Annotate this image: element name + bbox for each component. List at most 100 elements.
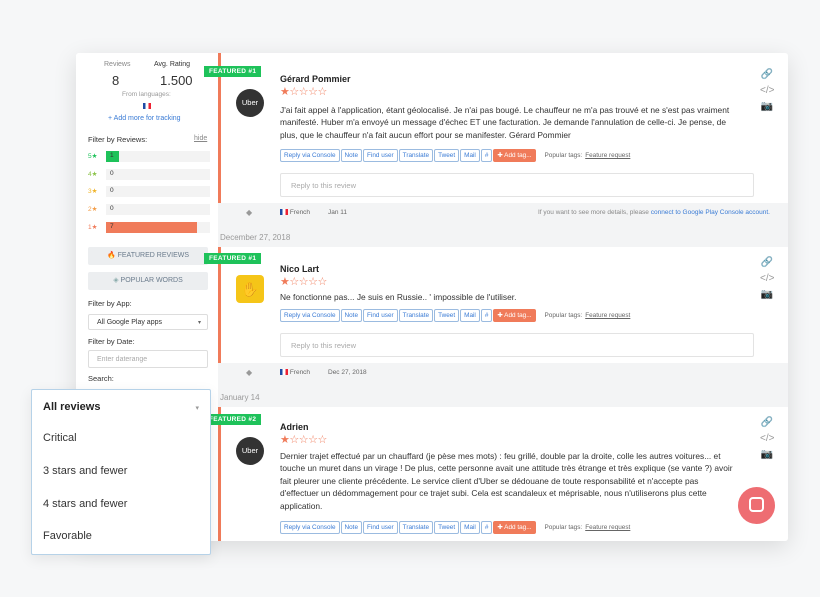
star-rating: ★☆☆☆☆ (280, 276, 327, 288)
reply-input[interactable]: Reply to this review (280, 333, 754, 357)
note-button[interactable]: Note (340, 309, 363, 322)
rating-label: 1★ (88, 224, 98, 231)
note-button[interactable]: Note (340, 149, 363, 162)
dropdown-selected[interactable]: All reviews (43, 401, 100, 413)
chevron-down-icon: ▾ (195, 405, 199, 412)
mail-button[interactable]: Mail (460, 309, 480, 322)
review-side-icons: 🔗 </> 📷 (760, 67, 774, 115)
drag-handle-icon[interactable]: ◆ (246, 364, 252, 382)
app-select[interactable]: All Google Play apps ▾ (88, 314, 208, 330)
translate-button[interactable]: Translate (398, 309, 434, 322)
reply-via-console-button[interactable]: Reply via Console (280, 309, 340, 322)
section-date: January 14 (220, 393, 260, 402)
code-icon[interactable]: </> (760, 83, 774, 99)
dropdown-option-4-stars[interactable]: 4 stars and fewer (43, 498, 127, 510)
review-text: J'ai fait appel à l'application, étant g… (280, 105, 730, 140)
rating-filter-row[interactable]: 4★ 0 (88, 169, 210, 180)
console-note-text: If you want to see more details, please (538, 209, 649, 216)
popular-tags-label: Popular tags: (544, 152, 583, 159)
translate-button[interactable]: Translate (398, 521, 434, 534)
review-language: French (289, 209, 311, 216)
reply-input[interactable]: Reply to this review (280, 173, 754, 197)
featured-reviews-button[interactable]: 🔥 FEATURED REVIEWS (88, 247, 208, 265)
find-user-button[interactable]: Find user (363, 149, 398, 162)
avg-rating-value: 1.500 (160, 73, 193, 88)
code-icon[interactable]: </> (760, 431, 774, 447)
star-rating: ★☆☆☆☆ (280, 86, 327, 98)
popular-tags: Popular tags: Feature request (545, 309, 631, 322)
chat-icon (749, 497, 764, 512)
hashtag-button[interactable]: # (480, 521, 493, 534)
rating-count: 7 (110, 223, 114, 230)
review-text: Ne fonctionne pas... Je suis en Russie..… (280, 292, 517, 302)
from-languages-label: From languages: (122, 91, 171, 98)
translate-button[interactable]: Translate (398, 149, 434, 162)
popular-words-label: POPULAR WORDS (120, 277, 183, 284)
add-tag-button[interactable]: ✚ Add tag... (493, 521, 536, 534)
rating-filter-row[interactable]: 1★ 7 (88, 222, 210, 233)
daterange-input[interactable]: Enter daterange (88, 350, 208, 368)
add-more-tracking-link[interactable]: + Add more for tracking (108, 115, 181, 122)
featured-badge: FEATURED #2 (204, 414, 262, 425)
rating-label: 2★ (88, 206, 98, 213)
reply-via-console-button[interactable]: Reply via Console (280, 149, 340, 162)
drag-handle-icon[interactable]: ◆ (246, 204, 252, 222)
code-icon[interactable]: </> (760, 271, 774, 287)
mail-button[interactable]: Mail (460, 521, 480, 534)
dropdown-option-3-stars[interactable]: 3 stars and fewer (43, 465, 127, 477)
filter-by-date-label: Filter by Date: (88, 337, 135, 346)
camera-icon[interactable]: 📷 (760, 287, 774, 303)
section-date: December 27, 2018 (220, 233, 291, 242)
avg-rating-label: Avg. Rating (154, 61, 191, 68)
add-tag-button[interactable]: ✚ Add tag... (493, 309, 536, 322)
review-card: 🔗 </> 📷 Uber Gérard Pommier ★☆☆☆☆ J'ai f… (218, 53, 788, 203)
find-user-button[interactable]: Find user (363, 309, 398, 322)
review-meta: ◆ French Dec 27, 2018 (218, 364, 788, 382)
add-tag-button[interactable]: ✚ Add tag... (493, 149, 536, 162)
review-filter-dropdown[interactable]: All reviews ▾ Critical 3 stars and fewer… (31, 389, 211, 555)
find-user-button[interactable]: Find user (363, 521, 398, 534)
rating-count: 0 (110, 170, 114, 177)
feature-request-tag[interactable]: Feature request (585, 524, 630, 531)
rating-filter-row[interactable]: 2★ 0 (88, 204, 210, 215)
popular-tags: Popular tags: Feature request (545, 149, 631, 162)
featured-badge: FEATURED #1 (204, 253, 262, 264)
rating-filter-row[interactable]: 5★ 1 (88, 151, 210, 162)
rating-label: 4★ (88, 171, 98, 178)
link-icon[interactable]: 🔗 (760, 415, 774, 431)
camera-icon[interactable]: 📷 (760, 99, 774, 115)
console-note: If you want to see more details, please … (538, 204, 770, 222)
popular-tags-label: Popular tags: (544, 312, 583, 319)
app-icon: ✋ (236, 275, 264, 303)
feature-request-tag[interactable]: Feature request (585, 312, 630, 319)
rating-label: 3★ (88, 188, 98, 195)
link-icon[interactable]: 🔗 (760, 67, 774, 83)
connect-console-link[interactable]: connect to Google Play Console account. (651, 209, 770, 216)
fire-icon: 🔥 (106, 252, 116, 259)
popular-words-button[interactable]: ◈ POPULAR WORDS (88, 272, 208, 290)
hide-link[interactable]: hide (194, 135, 207, 142)
french-flag-icon[interactable] (143, 103, 151, 109)
hashtag-button[interactable]: # (480, 149, 493, 162)
tweet-button[interactable]: Tweet (434, 521, 460, 534)
french-flag-icon (280, 369, 288, 376)
feature-request-tag[interactable]: Feature request (585, 152, 630, 159)
french-flag-icon (280, 209, 288, 216)
tweet-button[interactable]: Tweet (434, 309, 460, 322)
dropdown-option-critical[interactable]: Critical (43, 432, 77, 444)
chat-launcher-button[interactable] (738, 487, 775, 524)
featured-indicator (218, 407, 221, 541)
camera-icon[interactable]: 📷 (760, 447, 774, 463)
reviews-feed: 🔗 </> 📷 Uber Gérard Pommier ★☆☆☆☆ J'ai f… (204, 53, 788, 541)
reviews-count: 8 (112, 73, 120, 88)
review-language: French (289, 369, 311, 376)
mail-button[interactable]: Mail (460, 149, 480, 162)
rating-label: 5★ (88, 153, 98, 160)
dropdown-option-favorable[interactable]: Favorable (43, 530, 92, 542)
link-icon[interactable]: 🔗 (760, 255, 774, 271)
reply-via-console-button[interactable]: Reply via Console (280, 521, 340, 534)
rating-filter-row[interactable]: 3★ 0 (88, 186, 210, 197)
hashtag-button[interactable]: # (480, 309, 493, 322)
note-button[interactable]: Note (340, 521, 363, 534)
tweet-button[interactable]: Tweet (434, 149, 460, 162)
